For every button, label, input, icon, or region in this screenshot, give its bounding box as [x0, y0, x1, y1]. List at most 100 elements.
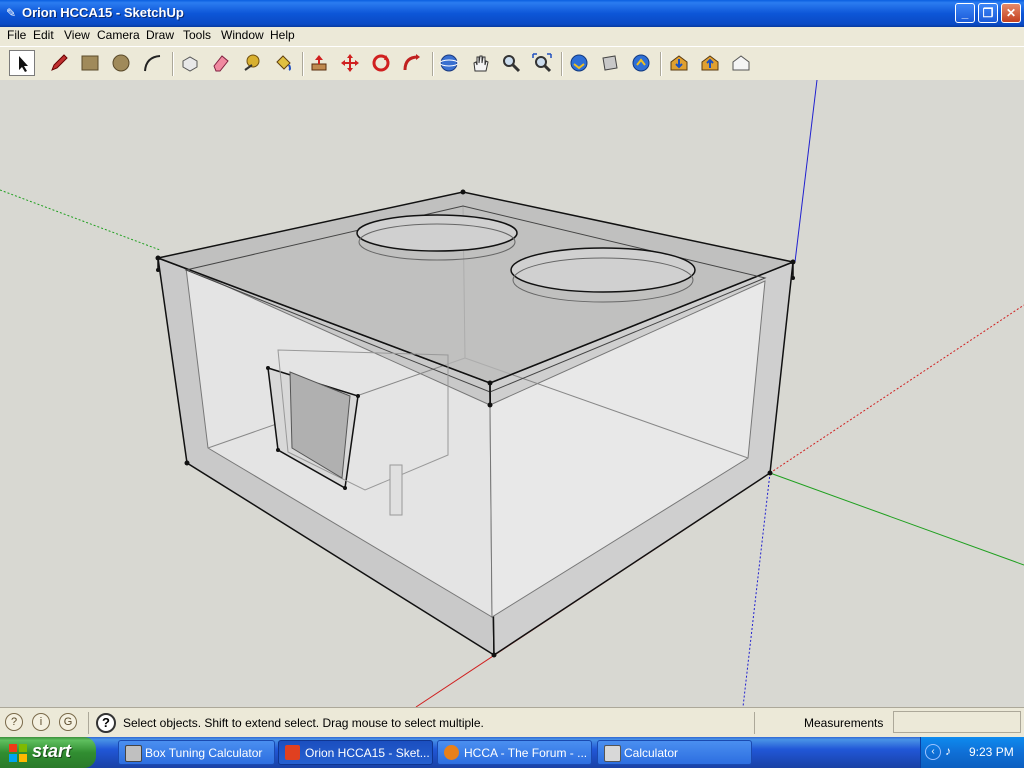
pan-tool[interactable] — [467, 50, 493, 76]
move-tool[interactable] — [337, 50, 363, 76]
upload-house-icon — [701, 55, 719, 71]
rotate-tool[interactable] — [368, 50, 394, 76]
menu-help[interactable]: Help — [270, 28, 295, 42]
sketchup-icon — [285, 745, 300, 760]
start-label: start — [32, 741, 72, 761]
toolbar-separator — [660, 52, 662, 76]
volume-icon[interactable]: ♪ — [945, 744, 961, 760]
speaker-cutout-left[interactable] — [356, 214, 518, 252]
geo-location-icon[interactable]: ? — [5, 713, 23, 731]
export-model-tool[interactable] — [728, 50, 754, 76]
orbit-icon — [439, 54, 459, 72]
pencil-tool[interactable] — [46, 50, 72, 76]
menu-camera[interactable]: Camera — [97, 28, 140, 42]
move-icon — [341, 54, 359, 72]
red-axis-negative — [769, 304, 1024, 474]
paint-bucket-icon — [276, 55, 291, 71]
toolbar-separator — [432, 52, 434, 76]
follow-me-tool[interactable] — [399, 50, 425, 76]
share-component-tool[interactable] — [628, 50, 654, 76]
get-models-icon — [570, 54, 588, 72]
get-photo-texture-tool[interactable] — [666, 50, 692, 76]
select-arrow-icon — [19, 56, 28, 72]
circle-tool[interactable] — [108, 50, 134, 76]
status-divider — [754, 712, 755, 734]
share-model-icon — [602, 55, 618, 71]
toolbar-separator — [172, 52, 174, 76]
firefox-icon — [444, 745, 459, 760]
measurements-label: Measurements — [804, 716, 884, 730]
push-pull-tool[interactable] — [306, 50, 332, 76]
menu-bar: File Edit View Camera Draw Tools Window … — [0, 27, 1024, 47]
push-pull-icon — [311, 55, 327, 71]
share-component-icon — [632, 54, 650, 72]
close-button[interactable]: ✕ — [1001, 3, 1021, 23]
toolbar — [0, 47, 1024, 81]
instructor-help-icon[interactable]: ? — [96, 713, 116, 733]
rotate-icon — [372, 54, 390, 72]
user-sign-in-icon[interactable]: G — [59, 713, 77, 731]
arc-tool[interactable] — [139, 50, 165, 76]
pencil-icon — [51, 54, 68, 71]
task-label: Box Tuning Calculator — [145, 746, 263, 760]
start-button[interactable]: start — [0, 737, 96, 768]
house-icon — [732, 55, 750, 71]
circle-icon — [112, 54, 130, 72]
status-bar: ? i G ? Select objects. Shift to extend … — [0, 707, 1024, 738]
pan-hand-icon — [473, 55, 489, 72]
window-title: Orion HCCA15 - SketchUp — [22, 5, 184, 20]
make-component-tool[interactable] — [177, 50, 203, 76]
blue-axis — [794, 80, 818, 263]
share-model-tool[interactable] — [597, 50, 623, 76]
drawing-viewport[interactable] — [0, 80, 1024, 707]
menu-edit[interactable]: Edit — [33, 28, 54, 42]
toolbar-separator — [561, 52, 563, 76]
component-icon — [182, 56, 198, 72]
sketchup-app-icon[interactable]: ✎ — [4, 6, 18, 20]
tray-expand-icon[interactable]: ‹ — [925, 744, 941, 760]
tape-measure-tool[interactable] — [239, 50, 265, 76]
place-model-tool[interactable] — [697, 50, 723, 76]
get-models-tool[interactable] — [566, 50, 592, 76]
rectangle-icon — [81, 55, 99, 71]
download-house-icon — [670, 55, 688, 71]
task-box-tuning-calculator[interactable]: Box Tuning Calculator — [118, 740, 275, 765]
speaker-cutout-right[interactable] — [510, 247, 696, 293]
system-tray: ‹ ♪ 9:23 PM — [920, 737, 1024, 768]
paint-bucket-tool[interactable] — [270, 50, 296, 76]
eraser-icon — [213, 55, 229, 72]
menu-window[interactable]: Window — [221, 28, 264, 42]
brace-dowel — [389, 464, 403, 516]
task-hcca-forum[interactable]: HCCA - The Forum - ... — [437, 740, 592, 765]
task-sketchup[interactable]: Orion HCCA15 - Sket... — [278, 740, 433, 765]
green-axis-negative — [0, 189, 161, 251]
calculator-icon — [604, 745, 621, 762]
menu-view[interactable]: View — [64, 28, 90, 42]
green-axis — [769, 472, 1024, 566]
clock[interactable]: 9:23 PM — [969, 745, 1014, 759]
zoom-magnifier-icon — [503, 55, 521, 73]
minimize-button[interactable]: _ — [955, 3, 975, 23]
zoom-tool[interactable] — [498, 50, 524, 76]
app-icon — [125, 745, 142, 762]
model-canvas[interactable] — [0, 80, 1024, 707]
toolbar-separator — [302, 52, 304, 76]
zoom-extents-tool[interactable] — [529, 50, 555, 76]
measurements-input[interactable] — [893, 711, 1021, 733]
menu-tools[interactable]: Tools — [183, 28, 211, 42]
task-calculator[interactable]: Calculator — [597, 740, 752, 765]
select-tool[interactable] — [9, 50, 35, 76]
title-bar: ✎ Orion HCCA15 - SketchUp _ ❐ ✕ — [0, 0, 1024, 27]
eraser-tool[interactable] — [208, 50, 234, 76]
status-divider — [88, 712, 89, 734]
menu-file[interactable]: File — [7, 28, 26, 42]
taskbar: start Box Tuning Calculator Orion HCCA15… — [0, 737, 1024, 768]
maximize-button[interactable]: ❐ — [978, 3, 998, 23]
credits-icon[interactable]: i — [32, 713, 50, 731]
blue-axis-negative — [742, 472, 771, 707]
task-label: HCCA - The Forum - ... — [464, 746, 588, 760]
menu-draw[interactable]: Draw — [146, 28, 174, 42]
rectangle-tool[interactable] — [77, 50, 103, 76]
orbit-tool[interactable] — [436, 50, 462, 76]
tape-measure-icon — [244, 54, 260, 71]
